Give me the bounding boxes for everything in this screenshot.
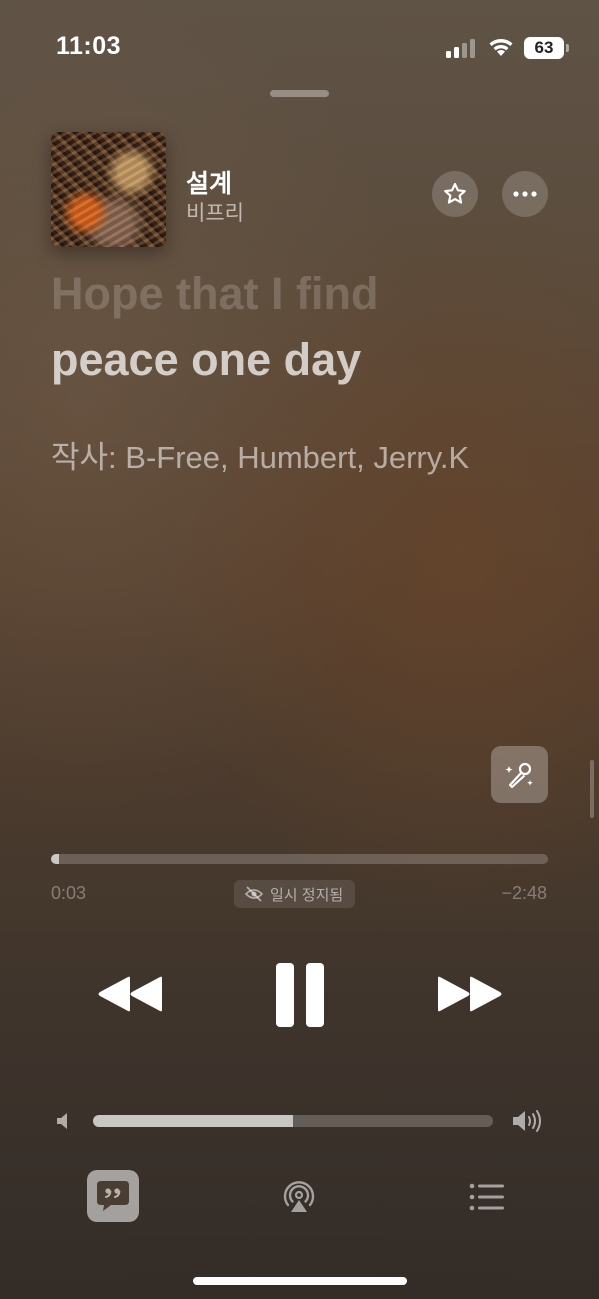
battery-level: 63 [524, 37, 564, 59]
airplay-icon [283, 1181, 315, 1212]
volume-slider[interactable] [93, 1115, 493, 1127]
song-title: 설계 [186, 170, 233, 198]
cellular-signal-icon [446, 38, 478, 58]
sing-button[interactable] [491, 746, 548, 803]
star-icon [444, 182, 466, 204]
lyrics-button[interactable] [87, 1170, 139, 1222]
volume-level-fill [93, 1115, 293, 1127]
more-icon [513, 191, 537, 197]
rewind-button[interactable] [92, 968, 168, 1020]
volume-low-icon [54, 1110, 74, 1132]
status-time: 11:03 [56, 32, 122, 60]
home-indicator[interactable] [193, 1277, 407, 1285]
pause-icon [276, 963, 324, 1027]
lyric-line-current[interactable]: peace one day [51, 334, 361, 386]
pause-button[interactable] [266, 960, 334, 1030]
paused-status-label: 일시 정지됨 [270, 886, 344, 904]
lyrics-off-icon [244, 886, 264, 902]
favorite-button[interactable] [432, 171, 478, 217]
lyric-line-previous[interactable]: Hope that I find [51, 268, 378, 320]
more-button[interactable] [502, 171, 548, 217]
queue-list-icon [469, 1183, 504, 1211]
playback-progress-fill [51, 854, 60, 864]
playback-scrubber[interactable] [51, 854, 548, 864]
wifi-icon [487, 36, 515, 58]
time-remaining: −2:48 [501, 883, 547, 903]
volume-high-icon [510, 1107, 546, 1135]
fast-forward-icon [438, 976, 502, 1012]
song-artist[interactable]: 비프리 [186, 197, 244, 227]
time-elapsed: 0:03 [51, 883, 87, 903]
rewind-icon [98, 976, 162, 1012]
queue-button[interactable] [468, 1181, 506, 1213]
airplay-button[interactable] [280, 1177, 318, 1215]
lyric-credits: 작사: B-Free, Humbert, Jerry.K [51, 440, 470, 475]
lyrics-quote-icon [97, 1181, 129, 1211]
lyrics-scroll-indicator[interactable] [590, 760, 594, 818]
sheet-grabber[interactable] [270, 90, 329, 97]
album-artwork[interactable] [51, 132, 166, 247]
paused-status-badge: 일시 정지됨 [234, 880, 356, 908]
sing-microphone-icon [505, 762, 533, 788]
fast-forward-button[interactable] [432, 968, 508, 1020]
battery-icon: 63 [524, 37, 570, 59]
